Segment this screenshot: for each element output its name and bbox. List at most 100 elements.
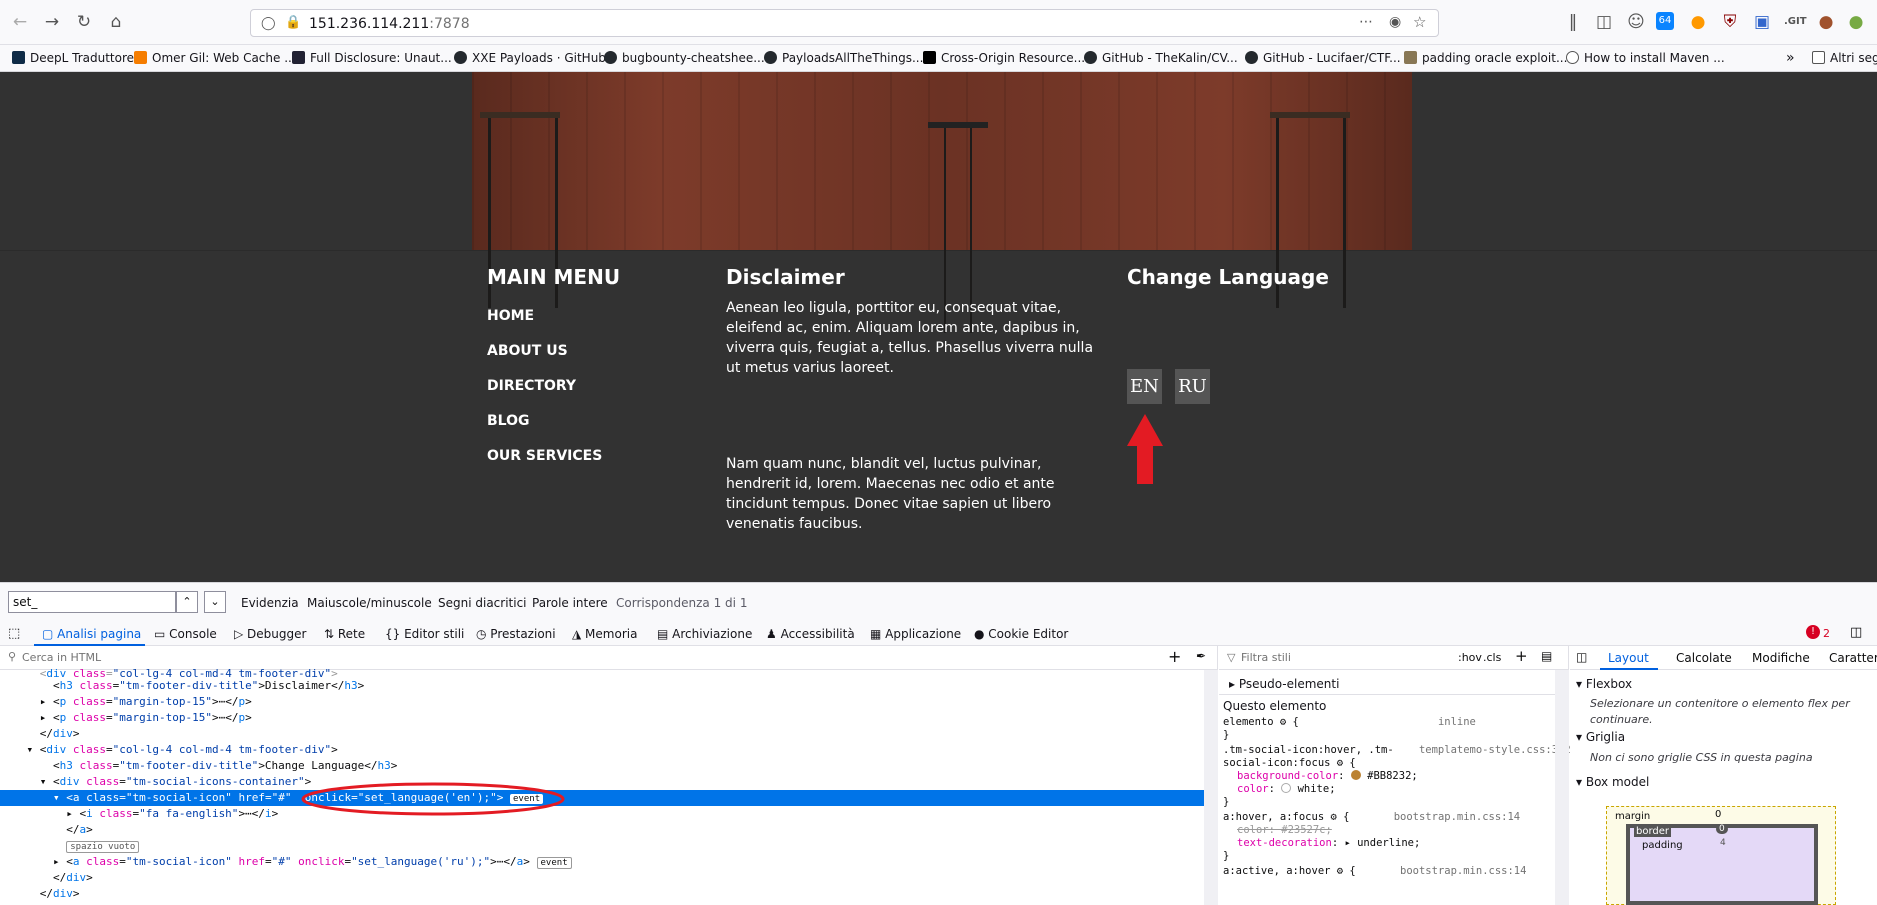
disclaimer-paragraph-1: Aenean leo ligula, porttitor eu, consequ… xyxy=(726,300,1094,376)
url-bar[interactable]: ◯ 🔒 151.236.114.211:7878 ⋯ ◉ ☆ xyxy=(250,9,1439,37)
more-bookmarks-icon[interactable]: » xyxy=(1786,49,1795,67)
back-icon[interactable]: ← xyxy=(10,12,30,32)
folder-icon xyxy=(1812,51,1825,64)
tab-debugger[interactable]: ▷ Debugger xyxy=(234,627,306,641)
find-input[interactable]: set_ xyxy=(8,591,176,613)
find-result-count: Corrispondenza 1 di 1 xyxy=(616,596,748,610)
git-extension-icon[interactable]: .GIT xyxy=(1784,12,1807,32)
translate-extension-icon[interactable]: ▣ xyxy=(1752,12,1772,32)
bookmark-item[interactable]: How to install Maven ... xyxy=(1566,49,1725,67)
find-bar: set_ ⌃ ⌄ Evidenzia Maiuscole/minuscole S… xyxy=(0,582,1877,622)
bookmark-item[interactable]: bugbounty-cheatshee... xyxy=(604,49,765,67)
other-bookmarks[interactable]: Altri segn xyxy=(1812,49,1877,67)
tab-console[interactable]: ▭ Console xyxy=(154,627,217,641)
shield-icon[interactable]: ◯ xyxy=(261,16,276,31)
menu-home[interactable]: HOME xyxy=(487,308,534,324)
lang-en-button[interactable]: EN xyxy=(1127,369,1162,404)
eyedropper-icon[interactable]: ✒ xyxy=(1196,649,1206,663)
tab-storage[interactable]: ▤ Archiviazione xyxy=(657,627,752,641)
menu-directory[interactable]: DIRECTORY xyxy=(487,378,576,394)
filter-icon: ▽ xyxy=(1227,651,1236,664)
whitespace-badge: spazio vuoto xyxy=(66,841,140,853)
library-icon[interactable]: ‖ xyxy=(1563,12,1583,32)
bookmark-item[interactable]: padding oracle exploit... xyxy=(1404,49,1567,67)
pseudo-elements-toggle[interactable]: ▸ Pseudo-elementi xyxy=(1229,677,1339,691)
print-media-icon[interactable]: ▤ xyxy=(1541,649,1552,663)
tab-performance[interactable]: ◷ Prestazioni xyxy=(476,627,556,641)
extension-icon[interactable]: ● xyxy=(1846,12,1866,32)
tab-style-editor[interactable]: {} Editor stili xyxy=(385,627,464,641)
bookmark-item[interactable]: Cross-Origin Resource... xyxy=(923,49,1085,67)
bookmark-item[interactable]: Omer Gil: Web Cache ... xyxy=(134,49,296,67)
flexbox-section-toggle[interactable]: ▾ Flexbox xyxy=(1576,677,1632,691)
tab-accessibility[interactable]: ♟ Accessibilità xyxy=(766,627,855,641)
tab-cookie-editor[interactable]: ● Cookie Editor xyxy=(974,627,1068,641)
mdn-icon xyxy=(923,51,936,64)
github-icon xyxy=(604,51,617,64)
bookmark-item[interactable]: GitHub - TheKalin/CV... xyxy=(1084,49,1238,67)
forward-icon[interactable]: → xyxy=(42,12,62,32)
grid-section-toggle[interactable]: ▾ Griglia xyxy=(1576,730,1625,744)
tab-fonts[interactable]: Caratteri xyxy=(1829,651,1877,665)
find-option-case[interactable]: Maiuscole/minuscole xyxy=(307,596,432,610)
event-badge[interactable]: event xyxy=(536,857,572,869)
lang-ru-button[interactable]: RU xyxy=(1175,369,1210,404)
find-next-button[interactable]: ⌄ xyxy=(204,591,226,613)
cls-toggle[interactable]: .cls xyxy=(1483,651,1501,664)
basket-extension-icon[interactable]: ● xyxy=(1688,12,1708,32)
account-icon[interactable]: ☺ xyxy=(1626,12,1646,32)
hov-toggle[interactable]: :hov xyxy=(1458,651,1482,664)
tab-changes[interactable]: Modifiche xyxy=(1752,651,1810,665)
menu-blog[interactable]: BLOG xyxy=(487,413,530,429)
bookmark-item[interactable]: XXE Payloads · GitHub xyxy=(454,49,606,67)
sidebar-icon[interactable]: ◫ xyxy=(1594,12,1614,32)
find-option-highlight[interactable]: Evidenzia xyxy=(241,596,299,610)
html-search-input[interactable]: Cerca in HTML xyxy=(22,651,101,664)
html-inspector-panel: ⚲ Cerca in HTML + ✒ <div class="col-lg-4… xyxy=(0,646,1218,905)
find-option-diacritics[interactable]: Segni diacritici xyxy=(438,596,527,610)
ublock-icon[interactable]: ⛨ xyxy=(1720,12,1740,32)
reload-icon[interactable]: ↻ xyxy=(74,12,94,32)
box-model-section-toggle[interactable]: ▾ Box model xyxy=(1576,775,1649,789)
dock-icon[interactable]: ◫ xyxy=(1850,625,1862,640)
styles-scrollbar[interactable] xyxy=(1555,670,1569,905)
tab-network[interactable]: ⇅ Rete xyxy=(324,627,365,641)
filter-styles-input[interactable]: Filtra stili xyxy=(1241,651,1291,664)
bookmark-item[interactable]: DeepL Traduttore xyxy=(12,49,134,67)
pocket-icon[interactable]: ◉ xyxy=(1389,14,1401,30)
menu-our-services[interactable]: OUR SERVICES xyxy=(487,448,602,464)
bookmarks-toolbar: DeepL Traduttore Omer Gil: Web Cache ...… xyxy=(0,45,1877,72)
tab-layout[interactable]: Layout xyxy=(1608,651,1649,665)
html-scrollbar[interactable] xyxy=(1204,670,1218,905)
menu-about-us[interactable]: ABOUT US xyxy=(487,343,568,359)
tab-application[interactable]: ▦ Applicazione xyxy=(870,627,961,641)
color-swatch[interactable] xyxy=(1350,770,1361,780)
eye-icon xyxy=(292,51,305,64)
page-actions-icon[interactable]: ⋯ xyxy=(1359,14,1373,30)
cookie-icon[interactable]: ● xyxy=(1816,12,1836,32)
tab-computed[interactable]: Calcolate xyxy=(1676,651,1732,665)
bookmark-star-icon[interactable]: ☆ xyxy=(1413,13,1426,31)
add-node-icon[interactable]: + xyxy=(1168,647,1181,666)
home-icon[interactable]: ⌂ xyxy=(106,12,126,32)
red-ellipse-annotation xyxy=(301,782,565,816)
find-option-whole-words[interactable]: Parole intere xyxy=(532,596,608,610)
insecure-lock-icon[interactable]: 🔒 xyxy=(285,15,301,30)
bookmark-item[interactable]: GitHub - Lucifaer/CTF... xyxy=(1245,49,1401,67)
bookmark-item[interactable]: Full Disclosure: Unaut... xyxy=(292,49,452,67)
selected-node-row[interactable]: ▾ <a class="tm-social-icon" href="#" onc… xyxy=(0,790,1204,806)
deepl-icon xyxy=(12,51,25,64)
color-swatch[interactable] xyxy=(1281,783,1292,793)
box-model-border[interactable]: border 0 padding 4 xyxy=(1626,824,1818,905)
add-rule-icon[interactable]: + xyxy=(1515,647,1528,665)
tab-memory[interactable]: ◮ Memoria xyxy=(572,627,637,641)
pick-element-icon[interactable]: ⬚ xyxy=(8,626,20,641)
find-previous-button[interactable]: ⌃ xyxy=(176,591,198,613)
tab-inspector[interactable]: ▢ Analisi pagina xyxy=(42,627,141,641)
base64-extension-icon[interactable]: 64 xyxy=(1656,12,1674,30)
toggle-sidebar-icon[interactable]: ◫ xyxy=(1576,650,1587,664)
error-icon[interactable]: ! xyxy=(1806,625,1820,639)
devtools-tabbar: ⬚ ▢ Analisi pagina ▭ Console ▷ Debugger … xyxy=(0,622,1877,646)
bookmark-item[interactable]: PayloadsAllTheThings... xyxy=(764,49,923,67)
github-icon xyxy=(454,51,467,64)
